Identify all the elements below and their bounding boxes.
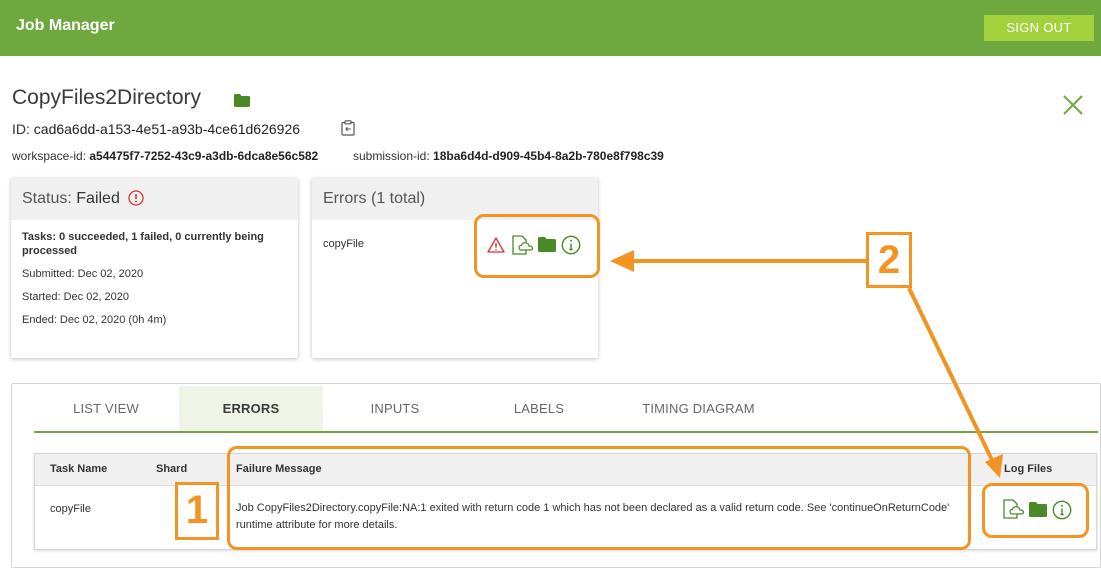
tab-errors[interactable]: ERRORS <box>179 386 323 431</box>
status-card: Status: Failed Tasks: 0 succeeded, 1 fai… <box>11 178 298 358</box>
submission-id-label: submission-id: <box>353 149 430 163</box>
error-icon <box>128 190 144 211</box>
errors-table: Task Name Shard Failure Message Log File… <box>34 453 1097 550</box>
submitted-date: Submitted: Dec 02, 2020 <box>22 268 144 280</box>
job-id-label: ID: <box>12 121 30 137</box>
close-icon[interactable] <box>1062 94 1084 116</box>
cloud-file-icon[interactable] <box>1003 499 1025 524</box>
copy-clipboard-icon[interactable] <box>341 120 355 141</box>
tab-labels[interactable]: LABELS <box>467 386 611 431</box>
ended-date: Ended: Dec 02, 2020 (0h 4m) <box>22 314 167 326</box>
folder-icon[interactable] <box>1029 502 1047 522</box>
info-icon[interactable] <box>561 235 581 260</box>
column-header-shard[interactable]: Shard <box>156 463 187 475</box>
errors-card: Errors (1 total) copyFile <box>312 178 598 358</box>
app-title: Job Manager <box>16 17 115 34</box>
submission-id-row: submission-id: 18ba6d4d-d909-45b4-8a2b-7… <box>353 149 664 163</box>
annotation-number-2: 2 <box>866 232 912 288</box>
cloud-file-icon[interactable] <box>512 235 534 260</box>
column-header-log-files[interactable]: Log Files <box>1004 463 1052 475</box>
job-id-value: cad6a6dd-a153-4e51-a93b-4ce61d626926 <box>33 121 301 137</box>
row-task-name: copyFile <box>50 503 91 515</box>
errors-card-task-name: copyFile <box>323 238 364 250</box>
errors-card-header: Errors (1 total) <box>312 178 598 220</box>
column-header-failure-message[interactable]: Failure Message <box>236 463 322 475</box>
info-icon[interactable] <box>1052 500 1072 525</box>
job-id-row: ID: cad6a6dd-a153-4e51-a93b-4ce61d626926 <box>12 121 300 137</box>
workspace-id-row: workspace-id: a54475f7-7252-43c9-a3db-6d… <box>12 149 318 163</box>
tab-list-view[interactable]: LIST VIEW <box>34 386 178 431</box>
started-date: Started: Dec 02, 2020 <box>22 291 130 303</box>
failure-message-line-1: Job CopyFiles2Directory.copyFile:NA:1 ex… <box>236 502 950 514</box>
status-card-body: Tasks: 0 succeeded, 1 failed, 0 currentl… <box>11 220 298 346</box>
sign-out-button[interactable]: SIGN OUT <box>984 15 1094 41</box>
tab-bar: LIST VIEW ERRORS INPUTS LABELS TIMING DI… <box>34 386 1098 433</box>
warning-icon[interactable] <box>487 237 505 258</box>
workspace-id-value: a54475f7-7252-43c9-a3db-6dca8e56c582 <box>89 149 319 163</box>
workspace-id-label: workspace-id: <box>12 149 87 163</box>
job-title: CopyFiles2Directory <box>12 86 202 109</box>
job-details-panel: LIST VIEW ERRORS INPUTS LABELS TIMING DI… <box>11 383 1101 568</box>
table-header: Task Name Shard Failure Message Log File… <box>35 454 1096 486</box>
status-value: Failed <box>76 190 120 207</box>
submission-id-value: 18ba6d4d-d909-45b4-8a2b-780e8f798c39 <box>433 149 664 163</box>
tasks-summary: Tasks: 0 succeeded, 1 failed, 0 currentl… <box>22 231 264 257</box>
row-failure-message: Job CopyFiles2Directory.copyFile:NA:1 ex… <box>236 500 976 534</box>
column-header-task-name[interactable]: Task Name <box>50 463 107 475</box>
folder-icon[interactable] <box>234 94 250 112</box>
status-label: Status: <box>22 190 72 207</box>
tab-timing-diagram[interactable]: TIMING DIAGRAM <box>611 386 786 431</box>
tab-inputs[interactable]: INPUTS <box>323 386 467 431</box>
failure-message-line-2: runtime attribute for more details. <box>236 519 398 531</box>
status-card-header: Status: Failed <box>11 178 298 220</box>
folder-icon[interactable] <box>538 237 556 257</box>
app-header: Job Manager SIGN OUT <box>0 0 1101 56</box>
